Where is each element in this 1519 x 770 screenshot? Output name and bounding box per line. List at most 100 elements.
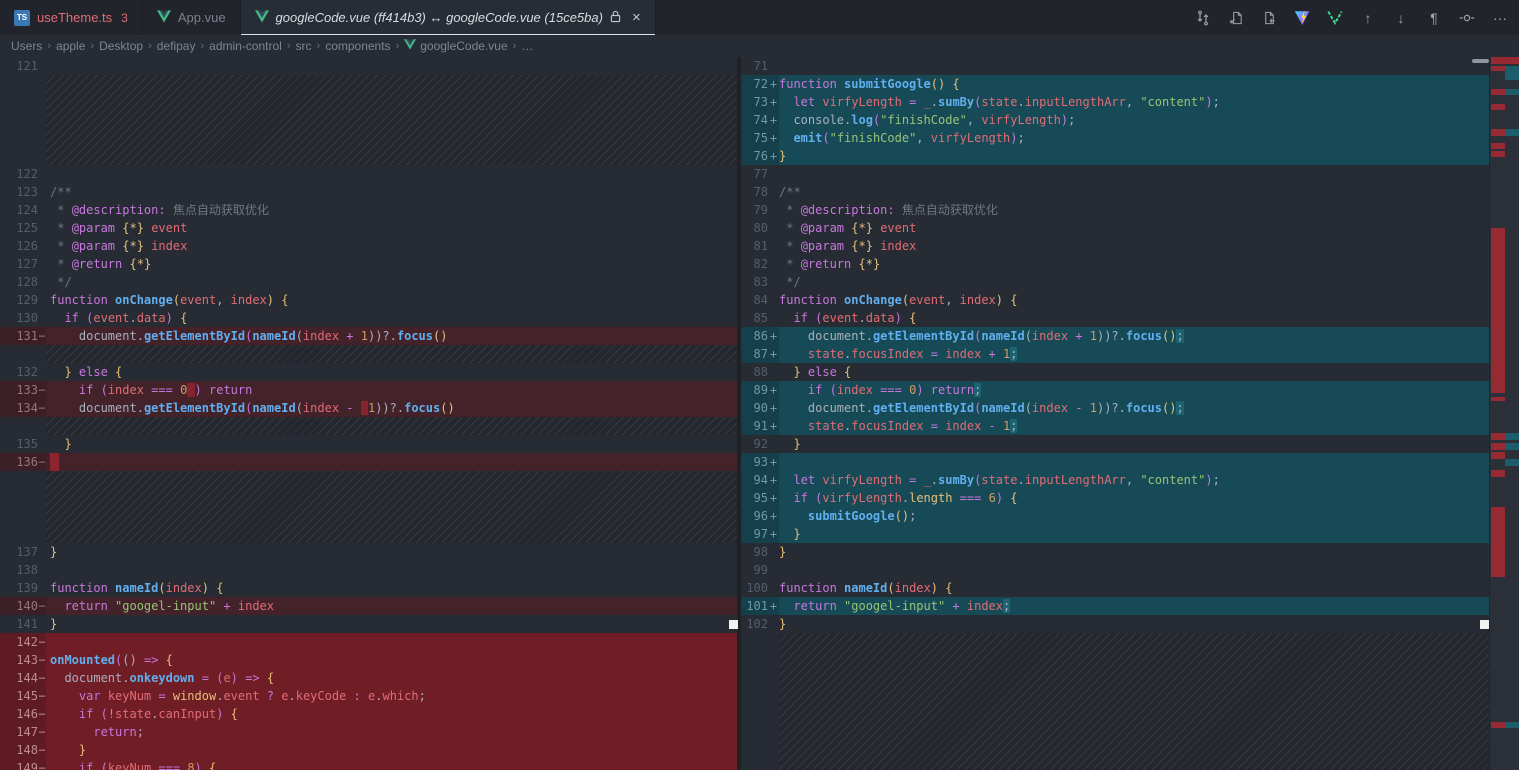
- line-number[interactable]: 143: [0, 651, 38, 669]
- line-number[interactable]: 144: [0, 669, 38, 687]
- breadcrumb-item[interactable]: apple: [56, 39, 85, 53]
- code-line[interactable]: [46, 633, 737, 651]
- line-number[interactable]: 129: [0, 291, 38, 309]
- tab-appvue[interactable]: App.vue: [143, 0, 241, 35]
- line-number[interactable]: 85: [741, 309, 768, 327]
- breadcrumb-item[interactable]: admin-control: [209, 39, 282, 53]
- code-line[interactable]: let virfyLength = _.sumBy(state.inputLen…: [779, 471, 1489, 489]
- line-number[interactable]: 93: [741, 453, 768, 471]
- line-number[interactable]: 101: [741, 597, 768, 615]
- code-line[interactable]: if (!state.canInput) {: [46, 705, 737, 723]
- line-number[interactable]: 134: [0, 399, 38, 417]
- code-line[interactable]: }: [46, 741, 737, 759]
- line-number[interactable]: 75: [741, 129, 768, 147]
- code-line[interactable]: * @param {*} index: [779, 237, 1489, 255]
- code-line[interactable]: state.focusIndex = index + 1;: [779, 345, 1489, 363]
- code-line[interactable]: } else {: [46, 363, 737, 381]
- line-number[interactable]: 149: [0, 759, 38, 770]
- line-number[interactable]: 138: [0, 561, 38, 579]
- code-line[interactable]: function nameId(index) {: [779, 579, 1489, 597]
- line-number[interactable]: 135: [0, 435, 38, 453]
- line-number[interactable]: 140: [0, 597, 38, 615]
- code-line[interactable]: document.getElementById(nameId(index - 1…: [46, 399, 737, 417]
- code-line[interactable]: } else {: [779, 363, 1489, 381]
- line-number[interactable]: 97: [741, 525, 768, 543]
- code-line[interactable]: return "googel-input" + index;: [779, 597, 1489, 615]
- code-line[interactable]: * @param {*} event: [779, 219, 1489, 237]
- line-number[interactable]: 71: [741, 57, 768, 75]
- code-line[interactable]: submitGoogle();: [779, 507, 1489, 525]
- line-number[interactable]: 130: [0, 309, 38, 327]
- line-number[interactable]: 125: [0, 219, 38, 237]
- more-actions-icon[interactable]: ···: [1491, 9, 1509, 27]
- code-line[interactable]: /**: [779, 183, 1489, 201]
- code-line[interactable]: }: [779, 147, 1489, 165]
- code-line[interactable]: document.getElementById(nameId(index - 1…: [779, 399, 1489, 417]
- code-line[interactable]: document.getElementById(nameId(index + 1…: [46, 327, 737, 345]
- code-line[interactable]: * @description: 焦点自动获取优化: [46, 201, 737, 219]
- code-line[interactable]: }: [46, 435, 737, 453]
- code-line[interactable]: * @param {*} event: [46, 219, 737, 237]
- line-number[interactable]: 145: [0, 687, 38, 705]
- line-number[interactable]: 102: [741, 615, 768, 633]
- line-number[interactable]: 127: [0, 255, 38, 273]
- line-number[interactable]: 128: [0, 273, 38, 291]
- line-number[interactable]: 78: [741, 183, 768, 201]
- breadcrumb-item[interactable]: components: [325, 39, 390, 53]
- toggle-inline-view-icon[interactable]: [1458, 9, 1476, 27]
- code-line[interactable]: function onChange(event, index) {: [779, 291, 1489, 309]
- code-line[interactable]: document.onkeydown = (e) => {: [46, 669, 737, 687]
- line-number[interactable]: 95: [741, 489, 768, 507]
- line-number[interactable]: 137: [0, 543, 38, 561]
- line-number[interactable]: 94: [741, 471, 768, 489]
- code-line[interactable]: var keyNum = window.event ? e.keyCode : …: [46, 687, 737, 705]
- line-number[interactable]: 96: [741, 507, 768, 525]
- code-line[interactable]: /**: [46, 183, 737, 201]
- line-number[interactable]: 136: [0, 453, 38, 471]
- code-line[interactable]: [46, 165, 737, 183]
- vite-icon[interactable]: [1293, 9, 1311, 27]
- code-line[interactable]: * @return {*}: [46, 255, 737, 273]
- line-number[interactable]: 141: [0, 615, 38, 633]
- breadcrumb-item[interactable]: Desktop: [99, 39, 143, 53]
- breadcrumb-item[interactable]: …: [521, 39, 533, 53]
- line-number[interactable]: 88: [741, 363, 768, 381]
- line-number[interactable]: 121: [0, 57, 38, 75]
- code-line[interactable]: [46, 453, 737, 471]
- code-line[interactable]: }: [779, 543, 1489, 561]
- code-line[interactable]: state.focusIndex = index - 1;: [779, 417, 1489, 435]
- line-number[interactable]: 76: [741, 147, 768, 165]
- line-number[interactable]: 122: [0, 165, 38, 183]
- line-number[interactable]: 77: [741, 165, 768, 183]
- code-line[interactable]: return;: [46, 723, 737, 741]
- line-number[interactable]: 99: [741, 561, 768, 579]
- open-file-icon[interactable]: [1227, 9, 1245, 27]
- diff-region-handle-left[interactable]: [729, 620, 738, 629]
- line-number[interactable]: 89: [741, 381, 768, 399]
- line-number[interactable]: 123: [0, 183, 38, 201]
- line-number[interactable]: 132: [0, 363, 38, 381]
- line-number[interactable]: 80: [741, 219, 768, 237]
- code-line[interactable]: * @description: 焦点自动获取优化: [779, 201, 1489, 219]
- code-line[interactable]: function nameId(index) {: [46, 579, 737, 597]
- tab-usetheme[interactable]: TS useTheme.ts 3: [0, 0, 143, 35]
- code-line[interactable]: if (keyNum === 8) {: [46, 759, 737, 770]
- line-number[interactable]: 90: [741, 399, 768, 417]
- line-number[interactable]: 83: [741, 273, 768, 291]
- code-line[interactable]: console.log("finishCode", virfyLength);: [779, 111, 1489, 129]
- line-number[interactable]: 82: [741, 255, 768, 273]
- line-number[interactable]: 87: [741, 345, 768, 363]
- breadcrumb-item[interactable]: googleCode.vue: [404, 39, 508, 53]
- code-line[interactable]: if (event.data) {: [46, 309, 737, 327]
- line-number[interactable]: 91: [741, 417, 768, 435]
- code-line[interactable]: if (event.data) {: [779, 309, 1489, 327]
- code-line[interactable]: }: [779, 615, 1489, 633]
- scrollbar-thumb[interactable]: [1472, 59, 1489, 63]
- line-number[interactable]: 98: [741, 543, 768, 561]
- code-line[interactable]: * @return {*}: [779, 255, 1489, 273]
- code-line[interactable]: }: [46, 543, 737, 561]
- previous-change-icon[interactable]: ↑: [1359, 9, 1377, 27]
- code-line[interactable]: function submitGoogle() {: [779, 75, 1489, 93]
- line-number[interactable]: 74: [741, 111, 768, 129]
- code-line[interactable]: if (virfyLength.length === 6) {: [779, 489, 1489, 507]
